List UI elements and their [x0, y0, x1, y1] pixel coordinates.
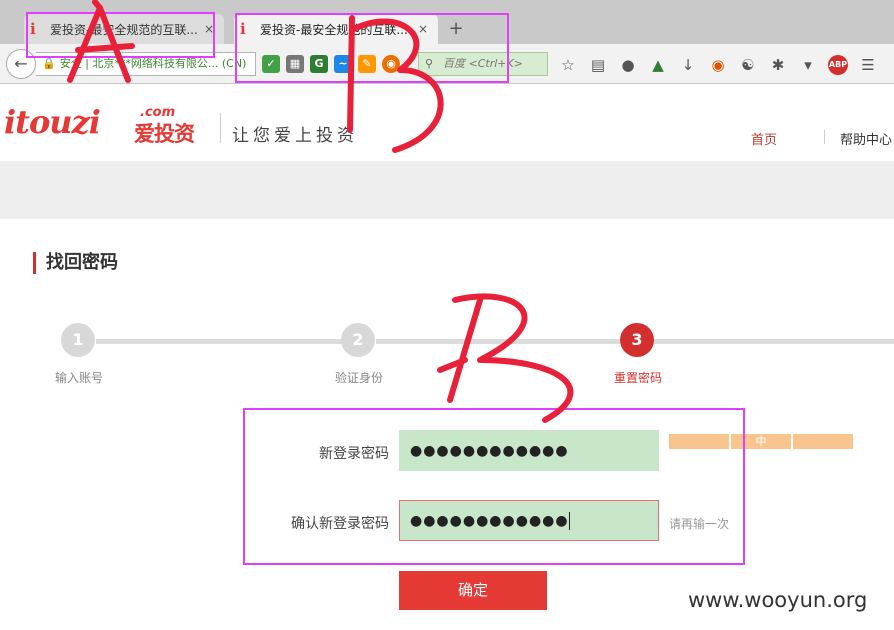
annotation-box-b: [235, 13, 509, 83]
chevron-down-icon[interactable]: ▾: [798, 56, 818, 74]
nav-divider: [824, 130, 825, 144]
step-connector: [376, 339, 620, 344]
step-2-label: 验证身份: [335, 371, 384, 385]
step-3-label: 重置密码: [614, 371, 663, 385]
step-connector: [96, 339, 342, 344]
menu-icon[interactable]: ☰: [858, 56, 878, 74]
step-connector: [654, 339, 894, 344]
bug-icon[interactable]: ✱: [768, 56, 788, 74]
logo-cn: 爱投资: [134, 122, 195, 146]
browser-toolbar: ☆ ▤ ● ▲ ↓ ◉ ☯ ✱ ▾ ABP ☰: [558, 54, 878, 76]
bookmark-star-icon[interactable]: ☆: [558, 56, 578, 74]
step-2-circle: 2: [341, 323, 375, 357]
adblock-icon[interactable]: ABP: [828, 55, 848, 75]
url-text: 安全 | 北京***网络科技有限公... (CN): [59, 57, 247, 70]
site-logo[interactable]: itouzi: [4, 103, 101, 141]
step-3-circle: 3: [620, 323, 654, 357]
extension-icon[interactable]: ◉: [708, 56, 728, 74]
step-1-circle: 1: [61, 323, 95, 357]
globe-icon[interactable]: ●: [618, 56, 638, 74]
header-divider: [220, 113, 221, 143]
watermark: www.wooyun.org: [688, 588, 868, 612]
gray-banner: [0, 161, 894, 219]
lock-icon: 🔒: [42, 57, 56, 70]
site-header: itouzi .com 爱投资 让您爱上投资 首页 帮助中心: [0, 85, 894, 161]
annotation-box-form: [243, 408, 745, 565]
nav-home-link[interactable]: 首页: [751, 129, 777, 148]
shield-icon[interactable]: ▲: [648, 56, 668, 74]
strength-segment: [793, 434, 853, 449]
nav-help-link[interactable]: 帮助中心: [840, 129, 892, 148]
step-1-label: 输入账号: [55, 371, 104, 385]
submit-button[interactable]: 确定: [399, 571, 547, 610]
palette-icon[interactable]: ☯: [738, 56, 758, 74]
annotation-box-a: [26, 12, 215, 58]
page-title: 找回密码: [33, 252, 118, 274]
download-icon[interactable]: ↓: [678, 56, 698, 74]
site-slogan: 让您爱上投资: [232, 126, 358, 146]
screenshot-root: i 爱投资-最安全规范的互联... × i 爱投资-最安全规范的互联... × …: [0, 0, 894, 630]
reading-list-icon[interactable]: ▤: [588, 56, 608, 74]
